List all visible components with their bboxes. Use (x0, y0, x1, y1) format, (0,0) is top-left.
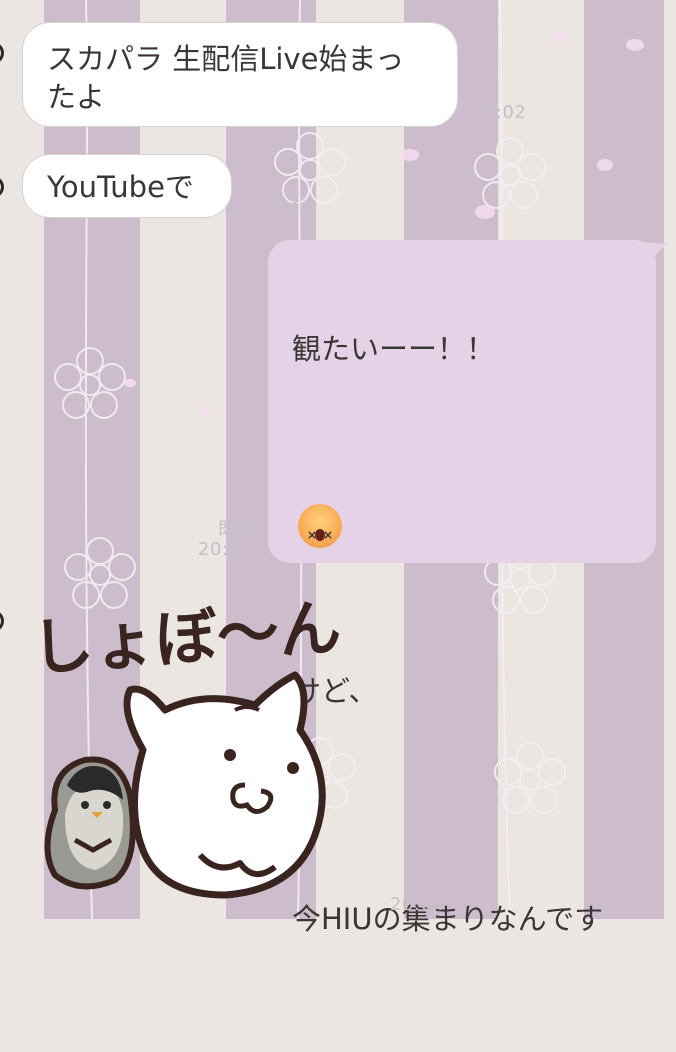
sent-message-bubble[interactable]: 観たいーー！！ けど、 今HIUの集まりなんです × × (268, 240, 656, 936)
received-message-bubble[interactable]: スカパラ 生配信Live始まっ たよ (22, 22, 458, 127)
message-line (292, 444, 632, 482)
message-timestamp: 20:03 (198, 539, 253, 560)
received-message-bubble[interactable]: YouTubeで (22, 154, 232, 218)
message-timestamp: 20:04 (390, 894, 445, 915)
message-timestamp: 20:02 (472, 102, 527, 123)
sticker-image[interactable]: しょぼ〜ん (25, 600, 385, 910)
read-receipt: 既読 (218, 519, 255, 540)
message-timestamp: 20:03 (246, 194, 301, 215)
message-line: 観たいーー！！ (292, 332, 496, 366)
dizzy-face-emoji-icon: × × (298, 504, 342, 548)
